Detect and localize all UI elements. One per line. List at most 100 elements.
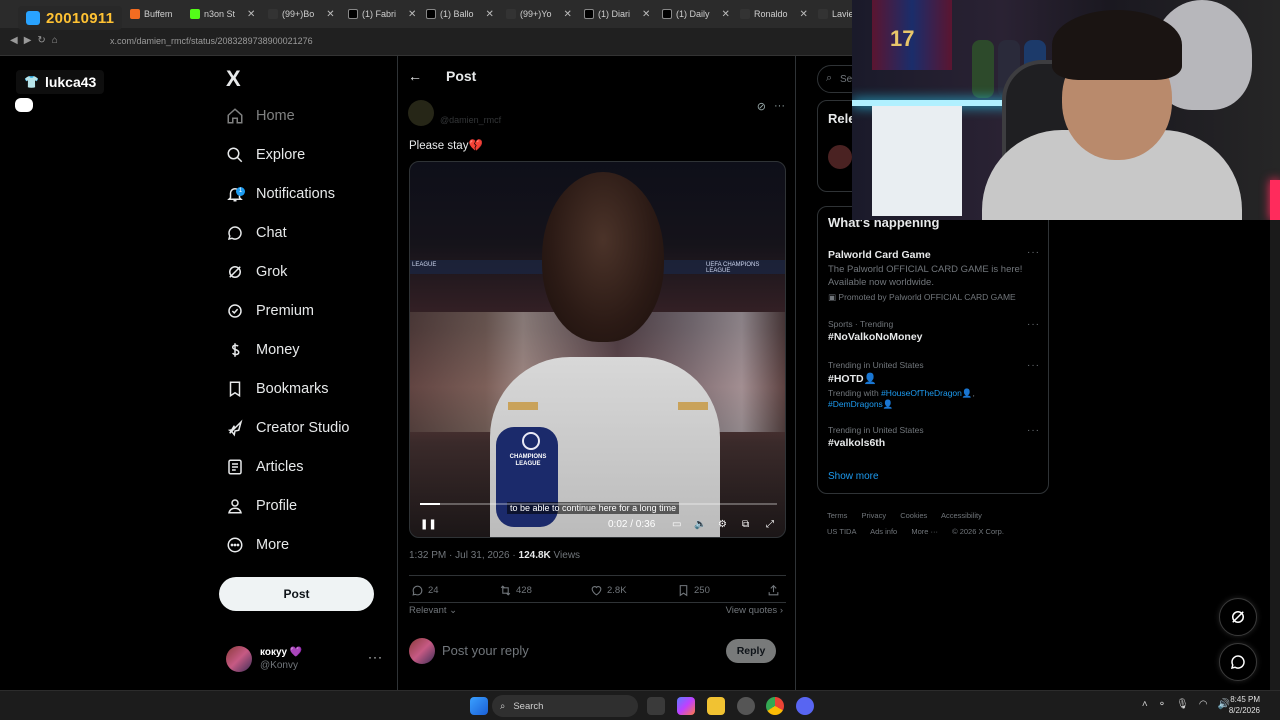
more-dots-icon[interactable]: ···	[1027, 360, 1040, 371]
sidebar-item-profile[interactable]: Profile	[226, 491, 297, 521]
post-author[interactable]: @damien_rmcf	[408, 100, 501, 126]
network-icon[interactable]: ⚬	[1158, 699, 1166, 710]
sidebar-item-notifications[interactable]: 1 Notifications	[226, 179, 335, 209]
footer-link[interactable]: Accessibility	[941, 511, 982, 520]
notification-badge: 1	[236, 187, 245, 196]
forward-nav-icon[interactable]: ▶	[24, 35, 32, 46]
sidebar-item-bookmarks[interactable]: Bookmarks	[226, 374, 329, 404]
view-quotes-link[interactable]: View quotes ›	[726, 605, 783, 616]
post-meta: 1:32 PM · Jul 31, 2026 · 124.8K Views	[409, 550, 580, 561]
browser-tab[interactable]: Buffem	[130, 4, 180, 24]
sidebar-item-money[interactable]: Money	[226, 335, 300, 365]
trend-item[interactable]: Palworld Card Game The Palworld OFFICIAL…	[828, 247, 1040, 303]
more-circle-icon	[227, 537, 243, 553]
file-explorer-icon[interactable]	[707, 697, 725, 715]
video-player[interactable]: LEAGUE UEFA CHAMPIONS LEAGUE CHAMPIONS L…	[409, 161, 786, 538]
browser-tab[interactable]: (1) Ballo ✕	[426, 4, 498, 24]
show-more-link[interactable]: Show more	[828, 471, 879, 482]
clock-time: 8:45 PM	[1230, 695, 1260, 704]
home-nav-icon[interactable]: ⌂	[52, 35, 58, 46]
wifi-icon[interactable]: ◠	[1199, 699, 1208, 710]
browser-tab[interactable]: n3on St ✕	[190, 4, 260, 24]
sidebar-item-more[interactable]: More	[226, 530, 289, 560]
repost-action[interactable]: 428	[499, 584, 532, 597]
browser-tab[interactable]: (1) Fabri ✕	[348, 4, 420, 24]
taskbar-search[interactable]: ⌕ Search	[492, 695, 638, 717]
browser-tab[interactable]: (99+)Yo ✕	[506, 4, 578, 24]
settings-gear-icon[interactable]: ⚙	[718, 519, 727, 530]
close-tab-icon[interactable]: ✕	[642, 9, 650, 20]
bookmark-action[interactable]: 250	[677, 584, 710, 597]
x-logo-icon[interactable]: X	[226, 66, 241, 92]
video-progress-bar[interactable]	[420, 503, 777, 505]
reply-button[interactable]: Reply	[726, 639, 776, 663]
pip-icon[interactable]: ⧉	[742, 519, 749, 530]
close-tab-icon[interactable]: ✕	[408, 9, 416, 20]
sidebar-item-premium[interactable]: Premium	[226, 296, 314, 326]
trend-item[interactable]: Sports · Trending #NoValkoNoMoney ···	[828, 319, 1040, 343]
trend-item[interactable]: Trending in United States #valkols6th ··…	[828, 425, 1040, 449]
browser-tab[interactable]: Ronaldo ✕	[740, 4, 812, 24]
sidebar-item-chat[interactable]: Chat	[226, 218, 287, 248]
sidebar-item-explore[interactable]: Explore	[226, 140, 305, 170]
reply-action[interactable]: 24	[411, 584, 439, 597]
hashtag-link[interactable]: #HouseOfTheDragon	[881, 388, 962, 398]
messages-fab[interactable]	[1219, 643, 1257, 681]
browser-tab[interactable]: Lavie	[818, 4, 852, 24]
more-dots-icon[interactable]: ···	[1027, 319, 1040, 330]
more-dots-icon[interactable]: ···	[368, 650, 383, 664]
footer-link[interactable]: Privacy	[862, 511, 887, 520]
browser-tab[interactable]: (1) Daily ✕	[662, 4, 734, 24]
start-icon[interactable]	[470, 697, 488, 715]
browser-tab[interactable]: (1) Diari ✕	[584, 4, 656, 24]
footer-link[interactable]: Terms	[827, 511, 847, 520]
like-action[interactable]: 2.8K	[590, 584, 627, 597]
back-arrow-icon[interactable]: ←	[408, 68, 422, 84]
reply-input[interactable]: Post your reply	[442, 643, 529, 658]
share-action[interactable]	[767, 584, 780, 597]
sidebar-item-creator-studio[interactable]: Creator Studio	[226, 413, 350, 443]
footer-link[interactable]: Cookies	[900, 511, 927, 520]
mic-icon[interactable]: 🎙	[1176, 699, 1189, 710]
sidebar-item-home[interactable]: Home	[226, 101, 295, 131]
captions-icon[interactable]: ▭	[672, 519, 681, 530]
footer-link[interactable]: More ···	[911, 527, 938, 536]
close-tab-icon[interactable]: ✕	[486, 9, 494, 20]
discord-icon[interactable]	[796, 697, 814, 715]
browser-tab[interactable]: (99+)Bo ✕	[268, 4, 340, 24]
pause-icon[interactable]: ❚❚	[420, 519, 437, 530]
hashtag-link[interactable]: #DemDragons	[828, 399, 883, 409]
copilot-icon[interactable]	[677, 697, 695, 715]
back-nav-icon[interactable]: ◀	[10, 35, 18, 46]
scrollbar[interactable]	[1270, 220, 1280, 690]
app-icon[interactable]	[737, 697, 755, 715]
reply-sort-dropdown[interactable]: Relevant ⌄	[409, 605, 457, 616]
sidebar-item-grok[interactable]: Grok	[226, 257, 287, 287]
fullscreen-icon[interactable]: ⤢	[766, 519, 774, 530]
volume-icon[interactable]: 🔈	[694, 519, 706, 530]
url-field[interactable]: x.com/damien_rmcf/status/208328973890002…	[110, 36, 313, 46]
chevron-up-icon[interactable]: ˄	[1142, 699, 1148, 710]
close-tab-icon[interactable]: ✕	[326, 9, 334, 20]
footer-link[interactable]: Ads info	[870, 527, 897, 536]
chrome-icon[interactable]	[766, 697, 784, 715]
grok-icon[interactable]: ⊘	[757, 100, 766, 113]
more-dots-icon[interactable]: ···	[774, 100, 785, 113]
reload-icon[interactable]: ↻	[37, 35, 45, 46]
close-tab-icon[interactable]: ✕	[563, 9, 571, 20]
account-switcher[interactable]: кокуу 💜 @Konvy ···	[226, 642, 391, 676]
more-dots-icon[interactable]: ···	[1027, 247, 1040, 258]
close-tab-icon[interactable]: ✕	[722, 9, 730, 20]
sidebar-item-articles[interactable]: Articles	[226, 452, 304, 482]
avatar[interactable]	[828, 145, 852, 169]
more-dots-icon[interactable]: ···	[1027, 425, 1040, 436]
reply-icon	[412, 585, 423, 596]
post-button[interactable]: Post	[219, 577, 374, 611]
close-tab-icon[interactable]: ✕	[247, 9, 255, 20]
grok-fab[interactable]	[1219, 598, 1257, 636]
taskbar-clock[interactable]: 8:45 PM 8/2/2026	[1229, 694, 1260, 716]
close-tab-icon[interactable]: ✕	[800, 9, 808, 20]
task-view-icon[interactable]	[647, 697, 665, 715]
footer-link[interactable]: US TIDA	[827, 527, 856, 536]
trend-item[interactable]: Trending in United States #HOTD👤 Trendin…	[828, 360, 1040, 410]
